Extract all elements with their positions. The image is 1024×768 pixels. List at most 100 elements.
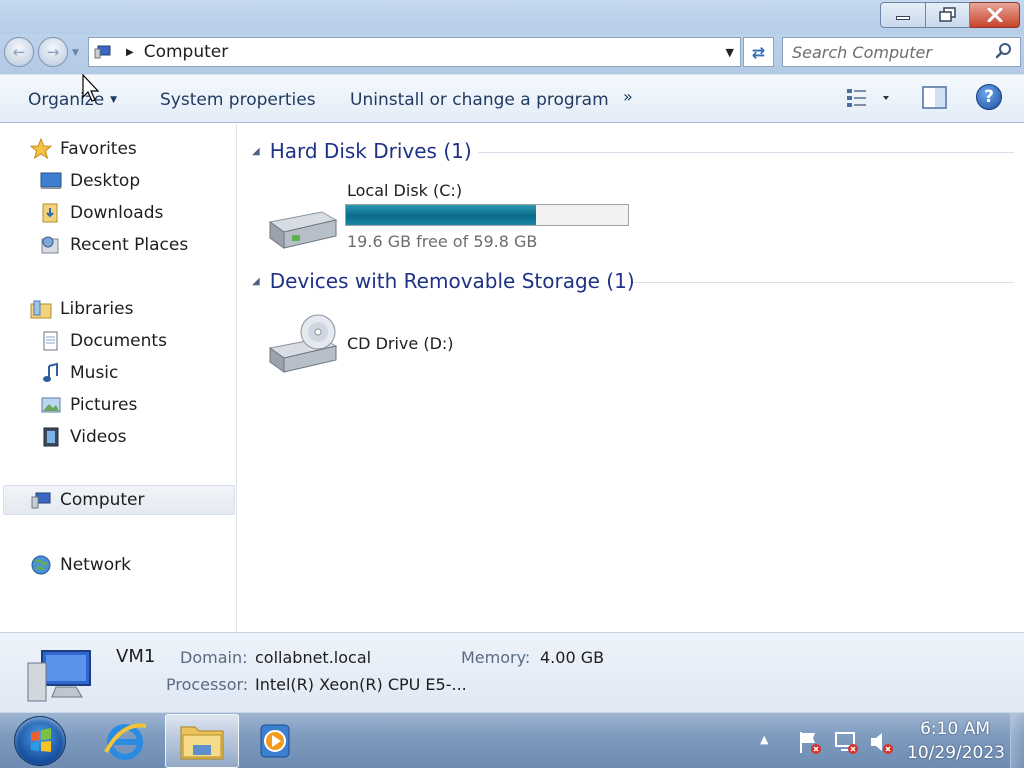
preview-pane-icon: [922, 86, 947, 109]
address-row: ← → ▼ ▶ Computer ▼ ⇄: [0, 34, 1024, 74]
help-icon: ?: [984, 87, 994, 107]
computer-icon: [94, 45, 112, 59]
nav-network-label: Network: [60, 555, 131, 575]
address-bar[interactable]: ▶ Computer ▼: [88, 37, 741, 67]
change-view-button[interactable]: [845, 86, 893, 110]
nav-recent-places[interactable]: Recent Places: [40, 230, 188, 260]
nav-computer[interactable]: Computer: [3, 485, 235, 515]
address-dropdown-icon[interactable]: ▼: [726, 46, 734, 59]
disk-usage-fill: [346, 205, 536, 225]
forward-button[interactable]: →: [38, 37, 68, 67]
restore-button[interactable]: [926, 2, 970, 28]
chevron-down-icon: ▼: [110, 95, 118, 105]
computer-icon: [27, 650, 91, 702]
removable-group-header[interactable]: ◢ Devices with Removable Storage (1): [252, 269, 635, 293]
clock-date[interactable]: 10/29/2023: [907, 743, 1005, 763]
search-icon[interactable]: [995, 42, 1013, 60]
clock-time[interactable]: 6:10 AM: [920, 719, 990, 739]
documents-icon: [40, 330, 62, 352]
search-input[interactable]: [792, 42, 992, 62]
details-pane: VM1 Domain: collabnet.local Memory: 4.00…: [0, 632, 1024, 712]
nav-documents-label: Documents: [70, 331, 167, 351]
navigation-pane: Favorites Desktop Downloads Recent Place…: [0, 124, 237, 632]
nav-music-label: Music: [70, 363, 119, 383]
local-disk-free-space: 19.6 GB free of 59.8 GB: [347, 232, 538, 251]
more-commands-button[interactable]: »: [623, 87, 633, 106]
breadcrumb-chevron-icon[interactable]: ▶: [126, 47, 134, 58]
back-button[interactable]: ←: [4, 37, 34, 67]
nav-favorites[interactable]: Favorites: [29, 134, 137, 164]
command-bar: Organize ▼ System properties Uninstall or…: [0, 74, 1024, 123]
nav-libraries[interactable]: Libraries: [30, 294, 133, 324]
organize-menu[interactable]: Organize ▼: [28, 90, 117, 110]
network-status-icon[interactable]: [833, 729, 859, 755]
nav-videos[interactable]: Videos: [40, 422, 127, 452]
minimize-button[interactable]: [880, 2, 926, 28]
nav-music[interactable]: Music: [40, 358, 118, 388]
speaker-muted-icon[interactable]: [868, 729, 894, 755]
show-desktop-button[interactable]: [1010, 713, 1024, 768]
windows-logo-icon: [31, 728, 51, 752]
system-properties-button[interactable]: System properties: [160, 90, 316, 110]
libraries-icon: [30, 298, 52, 320]
title-bar: [0, 0, 1024, 34]
nav-network[interactable]: Network: [30, 550, 131, 580]
nav-desktop[interactable]: Desktop: [40, 166, 140, 196]
taskbar-media-player[interactable]: [238, 714, 312, 768]
view-options-icon: [847, 89, 889, 107]
cd-drive-icon: [268, 314, 338, 373]
refresh-icon: ⇄: [751, 42, 766, 62]
back-arrow-icon: ←: [12, 43, 26, 61]
help-button[interactable]: ?: [976, 84, 1002, 110]
internet-explorer-icon: [104, 723, 147, 760]
forward-arrow-icon: →: [46, 43, 60, 61]
close-button[interactable]: [970, 2, 1020, 28]
close-icon: [987, 8, 1002, 22]
star-icon: [29, 137, 53, 160]
nav-pictures[interactable]: Pictures: [40, 390, 137, 420]
removable-group-title: Devices with Removable Storage (1): [269, 269, 635, 293]
content-pane: ◢ Hard Disk Drives (1) Local Disk (C:) 1…: [238, 124, 1024, 632]
computer-icon: [30, 489, 52, 511]
videos-icon: [40, 426, 62, 448]
minimize-icon: [896, 16, 910, 20]
nav-downloads[interactable]: Downloads: [40, 198, 163, 228]
group-divider: [633, 282, 1014, 283]
domain-label: Domain:: [180, 648, 248, 667]
collapse-triangle-icon: ◢: [252, 145, 260, 157]
hard-disk-group-header[interactable]: ◢ Hard Disk Drives (1): [252, 139, 472, 163]
preview-pane-button[interactable]: [922, 86, 948, 110]
recent-pages-dropdown[interactable]: ▼: [72, 48, 79, 58]
cd-drive-name: CD Drive (D:): [347, 334, 454, 353]
nav-documents[interactable]: Documents: [40, 326, 167, 356]
pictures-icon: [40, 394, 62, 416]
media-player-icon: [260, 724, 290, 758]
nav-computer-label: Computer: [60, 490, 145, 510]
action-center-flag-icon[interactable]: [797, 729, 823, 755]
breadcrumb-computer[interactable]: Computer: [144, 42, 229, 62]
start-button[interactable]: [14, 716, 66, 766]
taskbar-windows-explorer[interactable]: [165, 714, 239, 768]
hard-disk-group-title: Hard Disk Drives (1): [269, 139, 472, 163]
desktop-icon: [40, 170, 62, 192]
folder-icon: [180, 726, 224, 760]
processor-label: Processor:: [166, 675, 249, 694]
computer-name: VM1: [116, 646, 156, 667]
taskbar: ▲ 6:10 AM 10/29/2023: [0, 712, 1024, 768]
mouse-cursor-icon: [82, 74, 100, 102]
processor-value: Intel(R) Xeon(R) CPU E5-...: [255, 675, 467, 694]
restore-icon: [938, 7, 956, 22]
taskbar-internet-explorer[interactable]: [88, 714, 162, 768]
recent-places-icon: [40, 234, 62, 256]
network-globe-icon: [30, 554, 52, 576]
refresh-button[interactable]: ⇄: [743, 37, 774, 67]
nav-recent-places-label: Recent Places: [70, 235, 189, 255]
collapse-triangle-icon: ◢: [252, 275, 260, 287]
show-hidden-icons-button[interactable]: ▲: [760, 733, 768, 746]
downloads-folder-icon: [40, 202, 62, 224]
search-box[interactable]: [782, 37, 1021, 67]
memory-label: Memory:: [461, 648, 531, 667]
nav-videos-label: Videos: [70, 427, 127, 447]
nav-libraries-label: Libraries: [60, 299, 134, 319]
uninstall-program-button[interactable]: Uninstall or change a program: [350, 90, 609, 110]
